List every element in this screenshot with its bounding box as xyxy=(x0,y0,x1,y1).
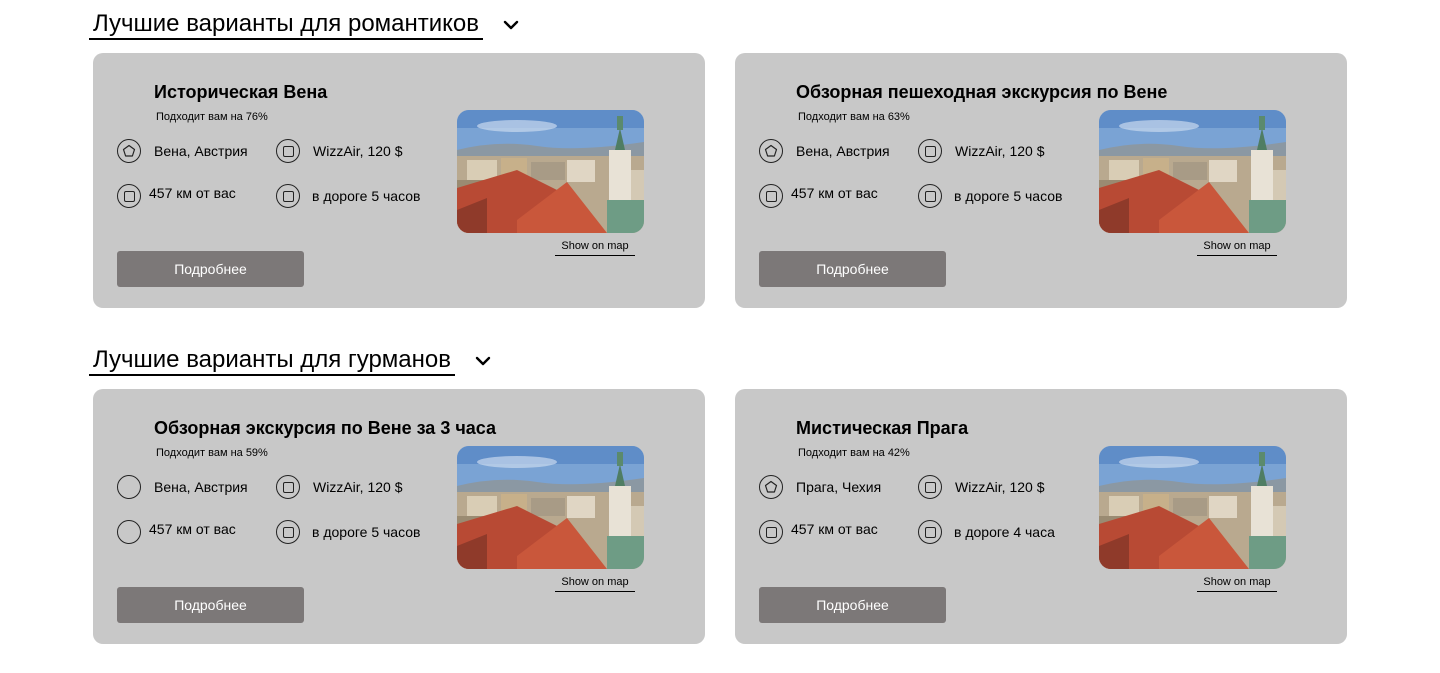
duration-text: в дороге 4 часа xyxy=(954,524,1055,540)
card-title: Обзорная пешеходная экскурсия по Вене xyxy=(796,82,1168,102)
square-icon xyxy=(276,475,300,499)
duration-text: в дороге 5 часов xyxy=(312,524,421,540)
flight-info: WizzAir, 120 $ xyxy=(276,139,402,163)
distance-info: 457 км от вас xyxy=(759,520,878,544)
chevron-down-icon[interactable] xyxy=(497,11,525,39)
square-icon xyxy=(117,184,141,208)
location-text: Прага, Чехия xyxy=(796,479,882,495)
duration-text: в дороге 5 часов xyxy=(954,188,1063,204)
distance-text: 457 км от вас xyxy=(149,184,236,201)
match-percentage: Подходит вам на 59% xyxy=(156,447,268,459)
chevron-down-icon[interactable] xyxy=(469,347,497,375)
location-info: Прага, Чехия xyxy=(759,475,881,499)
flight-text: WizzAir, 120 $ xyxy=(955,479,1045,495)
distance-text: 457 км от вас xyxy=(791,520,878,537)
circle-icon xyxy=(117,475,141,499)
pentagon-icon xyxy=(117,139,141,163)
tour-card: Обзорная пешеходная экскурсия по Вене По… xyxy=(735,53,1347,308)
card-title: Мистическая Прага xyxy=(796,418,969,438)
duration-info: в дороге 5 часов xyxy=(918,184,1062,208)
square-icon xyxy=(759,184,783,208)
duration-info: в дороге 5 часов xyxy=(276,184,420,208)
location-info: Вена, Австрия xyxy=(759,139,890,163)
flight-info: WizzAir, 120 $ xyxy=(918,475,1044,499)
show-on-map-link[interactable]: Show on map xyxy=(555,239,635,256)
tour-card: Мистическая Прага Подходит вам на 42% Пр… xyxy=(735,389,1347,644)
show-on-map-link[interactable]: Show on map xyxy=(555,575,635,592)
show-on-map-link[interactable]: Show on map xyxy=(1197,575,1277,592)
section-header-romantic: Лучшие варианты для романтиков xyxy=(89,10,525,40)
flight-text: WizzAir, 120 $ xyxy=(313,479,403,495)
square-icon xyxy=(918,475,942,499)
square-icon xyxy=(759,520,783,544)
tour-card: Обзорная экскурсия по Вене за 3 часа Под… xyxy=(93,389,705,644)
square-icon xyxy=(276,184,300,208)
section-title: Лучшие варианты для гурманов xyxy=(89,346,455,376)
pentagon-icon xyxy=(759,475,783,499)
location-info: Вена, Австрия xyxy=(117,139,248,163)
city-photo xyxy=(1099,110,1286,233)
flight-text: WizzAir, 120 $ xyxy=(955,143,1045,159)
flight-text: WizzAir, 120 $ xyxy=(313,143,403,159)
tour-card: Историческая Вена Подходит вам на 76% Ве… xyxy=(93,53,705,308)
location-text: Вена, Австрия xyxy=(154,143,248,159)
distance-info: 457 км от вас xyxy=(759,184,878,208)
show-on-map-link[interactable]: Show on map xyxy=(1197,239,1277,256)
city-photo xyxy=(457,110,644,233)
duration-info: в дороге 5 часов xyxy=(276,520,420,544)
square-icon xyxy=(918,139,942,163)
square-icon xyxy=(276,520,300,544)
square-icon xyxy=(918,184,942,208)
card-title: Историческая Вена xyxy=(154,82,328,102)
square-icon xyxy=(918,520,942,544)
details-button[interactable]: Подробнее xyxy=(117,587,304,623)
location-info: Вена, Австрия xyxy=(117,475,248,499)
details-button[interactable]: Подробнее xyxy=(759,587,946,623)
circle-icon xyxy=(117,520,141,544)
match-percentage: Подходит вам на 42% xyxy=(798,447,910,459)
flight-info: WizzAir, 120 $ xyxy=(276,475,402,499)
details-button[interactable]: Подробнее xyxy=(117,251,304,287)
section-title: Лучшие варианты для романтиков xyxy=(89,10,484,40)
square-icon xyxy=(276,139,300,163)
city-photo xyxy=(457,446,644,569)
distance-info: 457 км от вас xyxy=(117,520,236,544)
distance-info: 457 км от вас xyxy=(117,184,236,208)
distance-text: 457 км от вас xyxy=(149,520,236,537)
location-text: Вена, Австрия xyxy=(154,479,248,495)
duration-info: в дороге 4 часа xyxy=(918,520,1055,544)
duration-text: в дороге 5 часов xyxy=(312,188,421,204)
details-button[interactable]: Подробнее xyxy=(759,251,946,287)
location-text: Вена, Австрия xyxy=(796,143,890,159)
match-percentage: Подходит вам на 76% xyxy=(156,111,268,123)
section-header-gourmet: Лучшие варианты для гурманов xyxy=(89,346,497,376)
card-title: Обзорная экскурсия по Вене за 3 часа xyxy=(154,418,497,438)
distance-text: 457 км от вас xyxy=(791,184,878,201)
city-photo xyxy=(1099,446,1286,569)
match-percentage: Подходит вам на 63% xyxy=(798,111,910,123)
flight-info: WizzAir, 120 $ xyxy=(918,139,1044,163)
pentagon-icon xyxy=(759,139,783,163)
